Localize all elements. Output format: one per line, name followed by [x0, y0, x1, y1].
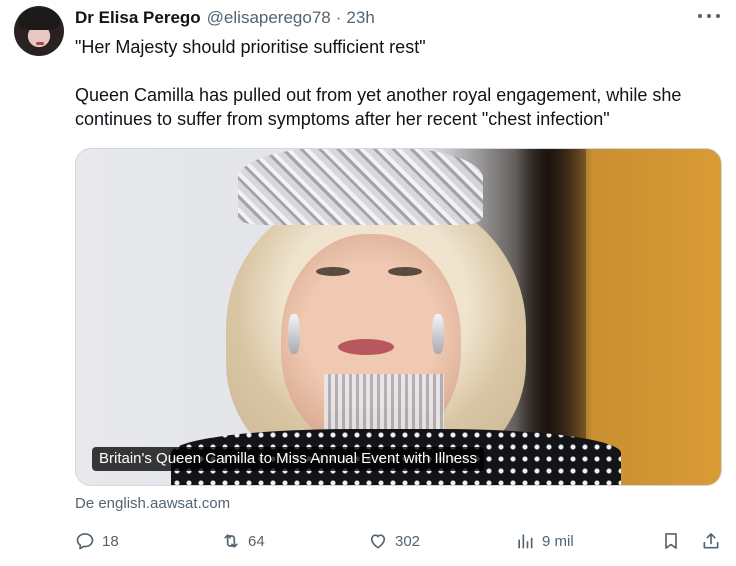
- repost-icon: [224, 534, 238, 548]
- more-icon[interactable]: [698, 8, 720, 24]
- card-image-eye: [388, 267, 422, 276]
- tweet-text: "Her Majesty should prioritise sufficien…: [75, 35, 725, 131]
- avatar-hair: [18, 8, 60, 30]
- like-button[interactable]: 302: [368, 528, 420, 554]
- card-caption: Britain's Queen Camilla to Miss Annual E…: [92, 447, 485, 471]
- more-dot: [716, 14, 720, 18]
- card-image-tiara: [238, 149, 483, 225]
- link-card[interactable]: Britain's Queen Camilla to Miss Annual E…: [75, 148, 722, 486]
- card-image-earring: [432, 314, 444, 354]
- bookmark-icon: [665, 533, 677, 549]
- views-icon: [518, 534, 533, 549]
- card-image-lips: [338, 339, 394, 355]
- more-dot: [707, 14, 711, 18]
- heart-icon: [370, 534, 386, 549]
- card-image-earring: [288, 314, 300, 354]
- timestamp[interactable]: 23h: [346, 8, 374, 28]
- card-image-eye: [316, 267, 350, 276]
- more-dot: [698, 14, 702, 18]
- avatar-lips: [36, 42, 44, 45]
- like-count: 302: [395, 532, 421, 550]
- separator-dot: ·: [335, 8, 342, 27]
- bookmark-button[interactable]: [661, 528, 681, 554]
- action-bar: 18 64 302 9 mil: [75, 528, 730, 554]
- tweet-quote-line: "Her Majesty should prioritise sufficien…: [75, 37, 426, 57]
- tweet-header: Dr Elisa Perego @elisaperego78 · 23h: [75, 7, 375, 29]
- card-source-link[interactable]: De english.aawsat.com: [75, 495, 230, 512]
- reply-button[interactable]: 18: [75, 528, 119, 554]
- reply-icon: [76, 533, 94, 550]
- views-count: 9 mil: [542, 532, 574, 550]
- views-button[interactable]: 9 mil: [515, 528, 574, 554]
- author-name[interactable]: Dr Elisa Perego: [75, 8, 201, 28]
- reply-count: 18: [102, 532, 119, 550]
- repost-button[interactable]: 64: [221, 528, 265, 554]
- repost-count: 64: [248, 532, 265, 550]
- share-icon: [703, 533, 719, 549]
- share-button[interactable]: [701, 528, 721, 554]
- tweet-body: Queen Camilla has pulled out from yet an…: [75, 85, 682, 129]
- avatar[interactable]: [14, 6, 64, 56]
- author-handle[interactable]: @elisaperego78: [207, 8, 331, 28]
